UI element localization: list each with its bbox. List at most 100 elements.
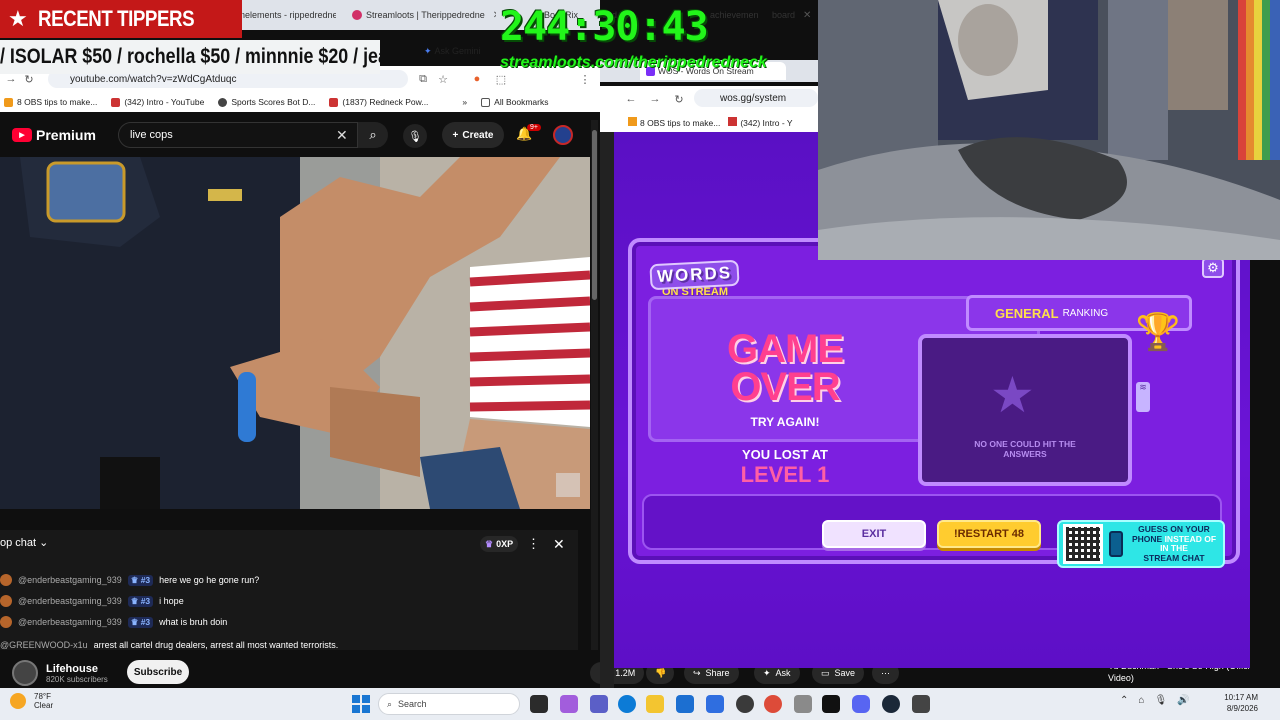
channel-avatar[interactable] <box>12 660 38 686</box>
settings-gear-icon[interactable]: ⚙ <box>1202 258 1224 278</box>
bookmark-intro[interactable]: (342) Intro - YouTube <box>111 97 204 107</box>
wos-url-field[interactable]: wos.gg/system <box>694 89 818 107</box>
tab-favicon-icon <box>352 10 362 20</box>
chrome-icon[interactable] <box>764 695 782 713</box>
video-player[interactable] <box>0 157 590 509</box>
account-avatar[interactable] <box>553 125 573 145</box>
bookmarks-overflow-icon[interactable]: » <box>462 97 467 107</box>
file-explorer-icon[interactable] <box>646 695 664 713</box>
chat-mode-dropdown[interactable]: op chat ⌄ <box>0 536 48 549</box>
subscribe-button[interactable]: Subscribe <box>127 660 189 684</box>
back-icon[interactable]: ← <box>624 92 638 106</box>
extensions-icon[interactable]: ⬚ <box>494 72 508 86</box>
avatar <box>0 616 12 628</box>
chevron-up-icon[interactable]: ⌃ <box>1120 695 1128 706</box>
trophy-icon: 🏆 <box>1135 311 1181 352</box>
words-on-stream-logo: WORDS ON STREAM <box>649 259 750 304</box>
edge-icon[interactable] <box>618 695 636 713</box>
create-button[interactable]: + Create <box>442 122 504 148</box>
chat-header: op chat ⌄ ♛ 0XP ⋮ ✕ <box>0 536 578 554</box>
plus-icon: + <box>452 129 459 141</box>
bookmark-obs[interactable]: 8 OBS tips to make... <box>628 116 720 128</box>
forward-icon[interactable]: → <box>4 72 18 86</box>
webcam-feed <box>818 0 1280 260</box>
chat-close-icon[interactable]: ✕ <box>553 536 565 553</box>
store-icon[interactable] <box>676 695 694 713</box>
streamloots-url: streamloots.com/therippedredneck <box>500 54 767 71</box>
bookmark-icon <box>628 116 637 126</box>
taskbar-clock[interactable]: 10:17 AM 8/9/2026 <box>1198 692 1258 714</box>
obs-icon[interactable] <box>736 695 754 713</box>
discord-icon[interactable] <box>852 695 870 713</box>
subathon-timer: 244:30:43 <box>500 4 709 50</box>
try-again-text: TRY AGAIN! <box>750 415 820 429</box>
rank-badge: ♛ #3 <box>127 574 154 586</box>
left-bookmarks-bar: 8 OBS tips to make... (342) Intro - YouT… <box>0 92 600 112</box>
page-scrollbar-thumb[interactable] <box>592 130 597 300</box>
app-icon[interactable] <box>794 695 812 713</box>
bookmark-obs[interactable]: 8 OBS tips to make... <box>4 97 97 107</box>
task-view-icon[interactable] <box>530 695 548 713</box>
bookmark-star-icon[interactable]: ☆ <box>436 72 450 86</box>
chevron-down-icon: ⌄ <box>39 537 49 549</box>
phone-play-text: GUESS ON YOUR PHONE INSTEAD OF IN THE STRE… <box>1131 524 1217 563</box>
xp-chip[interactable]: ♛ 0XP <box>480 536 519 552</box>
star-icon: ★ <box>990 367 1035 423</box>
channel-name[interactable]: Lifehouse <box>46 663 108 675</box>
outlook-icon[interactable] <box>706 695 724 713</box>
star-icon: ★ <box>8 6 28 31</box>
app-icon[interactable] <box>912 695 930 713</box>
tippers-ticker: / ISOLAR $50 / rochella $50 / minnnie $2… <box>0 40 380 74</box>
forward-icon[interactable]: → <box>648 92 662 106</box>
bookmark-sports[interactable]: Sports Scores Bot D... <box>218 97 315 107</box>
start-button[interactable] <box>352 695 370 713</box>
search-icon[interactable]: ⌕ <box>358 122 388 148</box>
tab-streamloots[interactable]: Streamloots | Therippedredne✕ <box>346 4 496 26</box>
microphone-icon[interactable]: 🎙 <box>403 124 427 148</box>
weather-widget[interactable]: 78°F Clear <box>10 692 53 710</box>
close-icon[interactable]: ✕ <box>493 10 496 21</box>
share-icon: ↪ <box>693 667 701 678</box>
extension-fox-icon[interactable]: ● <box>470 72 484 86</box>
save-icon: ▭ <box>821 667 830 678</box>
reload-icon[interactable]: ↻ <box>22 72 36 86</box>
network-icon[interactable]: ⌂ <box>1138 695 1144 706</box>
channel-subscribers: 820K subscribers <box>46 674 108 684</box>
restart-button[interactable]: !RESTART 48 <box>937 520 1041 548</box>
chat-more-icon[interactable]: ⋮ <box>527 536 540 552</box>
webcam-frame <box>818 0 1280 260</box>
video-frame <box>0 157 590 509</box>
volume-icon[interactable]: 🔊 <box>1177 695 1189 706</box>
exit-button[interactable]: EXIT <box>822 520 926 548</box>
chat-message: @enderbeastgaming_939 ♛ #3 i hope <box>0 592 184 610</box>
notification-count-badge: 9+ <box>527 124 541 131</box>
all-bookmarks[interactable]: All Bookmarks <box>481 97 548 107</box>
no-one-message: NO ONE COULD HIT THE ANSWERS <box>974 439 1076 459</box>
steam-icon[interactable] <box>882 695 900 713</box>
tab-board[interactable]: board ✕ <box>766 4 816 26</box>
rank-badge: ♛ #3 <box>127 595 154 607</box>
phone-play-callout[interactable]: GUESS ON YOUR PHONE INSTEAD OF IN THE STRE… <box>1057 520 1225 568</box>
bookmark-intro[interactable]: (342) Intro - Y <box>728 116 793 128</box>
reload-icon[interactable]: ↻ <box>672 92 686 106</box>
taskbar-search[interactable]: ⌕ Search <box>378 693 520 715</box>
install-icon[interactable]: ⧉ <box>416 72 430 86</box>
chevrons-icon: ≋ <box>1136 382 1150 412</box>
thumbs-down-icon: 👎 <box>655 667 667 678</box>
copilot-icon[interactable] <box>560 695 578 713</box>
chat-message: @enderbeastgaming_939 ♛ #3 what is bruh do… <box>0 613 227 631</box>
menu-kebab-icon[interactable]: ⋮ <box>578 72 592 86</box>
ask-gemini-button[interactable]: ✦ Ask Gemini <box>424 42 481 60</box>
terminal-icon[interactable] <box>822 695 840 713</box>
mic-icon[interactable]: 🎙 <box>1154 695 1167 706</box>
clear-search-icon[interactable]: ✕ <box>336 127 348 144</box>
close-icon[interactable]: ✕ <box>803 10 811 21</box>
youtube-icon <box>329 97 339 107</box>
bookmark-redneck[interactable]: (1837) Redneck Pow... <box>329 97 428 107</box>
youtube-search-input[interactable]: live cops <box>118 122 358 148</box>
tab-achievements[interactable]: achievemen <box>704 4 774 26</box>
youtube-logo[interactable]: ▶ Premium <box>12 127 96 143</box>
gemini-icon: ✦ <box>424 45 432 56</box>
teams-icon[interactable] <box>590 695 608 713</box>
bookmark-icon <box>4 97 13 107</box>
